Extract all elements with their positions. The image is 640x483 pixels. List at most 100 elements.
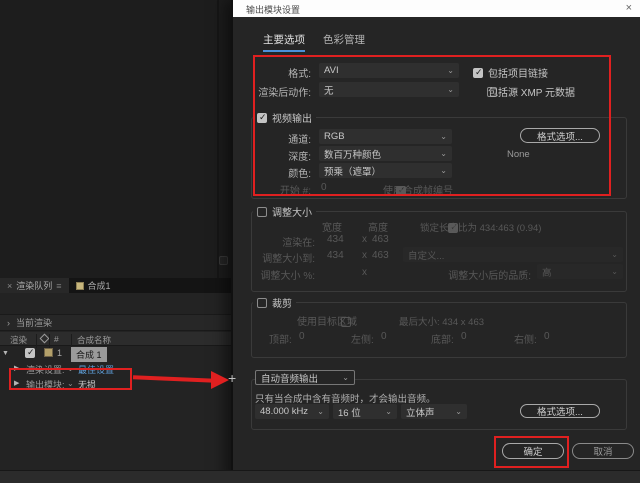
- render-at-height: 463: [372, 234, 389, 245]
- panel-divider: [217, 0, 219, 278]
- current-render-row[interactable]: › 当前渲染: [0, 314, 233, 331]
- chevron-down-icon: ⌄: [440, 149, 447, 158]
- audio-mode-select[interactable]: 自动音频输出 ⌄: [255, 370, 355, 385]
- queue-item-row[interactable]: ▼ 1 合成 1: [0, 346, 233, 361]
- use-comp-frame-label: 使用合成帧编号: [383, 182, 453, 197]
- chevron-down-icon: ⌄: [317, 407, 324, 416]
- bit-depth-select[interactable]: 16 位 ⌄: [333, 404, 397, 419]
- post-render-label: 渲染后动作:: [233, 84, 311, 99]
- x-separator: x: [362, 234, 367, 245]
- composition-viewer: [0, 0, 233, 278]
- x-separator: x: [362, 250, 367, 261]
- crop-right-label: 右侧:: [514, 331, 537, 346]
- render-at-label: 渲染在:: [233, 234, 315, 249]
- resize-preset-select: 自定义... ⌄: [403, 247, 623, 262]
- add-output-module-plus[interactable]: +: [228, 370, 236, 386]
- dialog-titlebar[interactable]: 输出模块设置 ×: [233, 0, 640, 17]
- format-select[interactable]: AVI ⌄: [319, 63, 459, 78]
- sample-rate-value: 48.000 kHz: [260, 406, 308, 417]
- video-format-options-button[interactable]: 格式选项...: [520, 128, 600, 143]
- tag-icon: [40, 334, 50, 344]
- render-settings-link[interactable]: 最佳设置: [78, 363, 114, 376]
- chevron-down-icon: ⌄: [440, 132, 447, 141]
- include-project-link-checkbox[interactable]: [473, 68, 483, 78]
- close-icon[interactable]: ×: [7, 281, 12, 291]
- resize-checkbox[interactable]: [257, 207, 267, 217]
- tab-render-queue[interactable]: × 渲染队列 ≡: [0, 278, 69, 293]
- final-size-label: 最后大小: 434 x 463: [399, 314, 484, 328]
- crop-bottom-label: 底部:: [431, 331, 454, 346]
- channels-select[interactable]: 立体声 ⌄: [401, 404, 467, 419]
- resize-to-label: 调整大小到:: [233, 250, 315, 265]
- chevron-down-icon: ⌄: [342, 373, 349, 382]
- tab-color-management[interactable]: 色彩管理: [323, 32, 365, 50]
- color-value: 预乘（遮罩）: [324, 164, 381, 178]
- tab-main-options[interactable]: 主要选项: [263, 32, 305, 52]
- cancel-button[interactable]: 取消: [572, 443, 634, 459]
- chevron-down-icon: ⌄: [385, 407, 392, 416]
- crop-right-value: 0: [544, 331, 550, 342]
- panel-corner-icon: [219, 256, 228, 265]
- crop-bottom-value: 0: [461, 331, 467, 342]
- chevron-down-icon: ⌄: [447, 85, 454, 94]
- expand-triangle-icon[interactable]: ▶: [14, 364, 19, 372]
- resize-pct-label: 调整大小 %:: [233, 267, 315, 282]
- tab-composition[interactable]: 合成1: [69, 278, 118, 293]
- quality-select: 高 ⌄: [537, 264, 623, 279]
- depth-select[interactable]: 数百万种颜色 ⌄: [319, 146, 452, 161]
- ok-button-label: 确定: [523, 444, 542, 458]
- panel-tab-bar: × 渲染队列 ≡ 合成1: [0, 278, 233, 293]
- video-format-options-label: 格式选项...: [537, 129, 583, 143]
- chevron-down-icon[interactable]: ⌄: [67, 379, 74, 388]
- width-header: 宽度: [322, 219, 342, 234]
- output-module-label: 输出模块:: [26, 378, 65, 391]
- channels-value: 立体声: [406, 405, 435, 419]
- render-settings-row: ▶ 渲染设置: ⌄ 最佳设置: [0, 361, 233, 375]
- chevron-down-icon[interactable]: ⌄: [67, 364, 74, 373]
- panel-menu-icon[interactable]: ≡: [56, 281, 61, 291]
- channel-select[interactable]: RGB ⌄: [319, 129, 452, 144]
- bottom-strip: [0, 470, 640, 483]
- quality-value: 高: [542, 265, 552, 279]
- use-roi-label: 使用目标区域: [297, 313, 357, 328]
- crop-left-label: 左侧:: [351, 331, 374, 346]
- crop-title: 裁剪: [253, 295, 296, 310]
- chevron-right-icon: ›: [7, 318, 10, 328]
- resize-preset-value: 自定义...: [408, 248, 444, 262]
- bit-depth-value: 16 位: [338, 405, 361, 419]
- color-select[interactable]: 预乘（遮罩） ⌄: [319, 163, 452, 178]
- video-output-checkbox[interactable]: [257, 113, 267, 123]
- dialog-title: 输出模块设置: [246, 3, 300, 16]
- depth-value: 数百万种颜色: [324, 147, 381, 161]
- crop-group: [251, 302, 627, 358]
- audio-format-options-label: 格式选项...: [537, 404, 583, 418]
- tab-composition-label: 合成1: [88, 279, 111, 292]
- audio-format-options-button[interactable]: 格式选项...: [520, 404, 600, 418]
- output-module-link[interactable]: 无损: [78, 378, 96, 391]
- col-render: 渲染: [10, 334, 27, 346]
- crop-top-label: 顶部:: [269, 331, 292, 346]
- render-enabled-checkbox[interactable]: [25, 348, 35, 358]
- expand-triangle-icon[interactable]: ▶: [14, 379, 19, 387]
- close-icon[interactable]: ×: [626, 2, 632, 14]
- format-label: 格式:: [233, 65, 311, 80]
- sample-rate-select[interactable]: 48.000 kHz ⌄: [255, 404, 329, 419]
- queue-header-row: 渲染 # 合成名称: [0, 332, 233, 346]
- render-queue-panel: › 当前渲染 渲染 # 合成名称 ▼ 1 合成 1 ▶ 渲染设置: ⌄ 最佳设置: [0, 293, 233, 483]
- channel-value: RGB: [324, 131, 345, 142]
- lock-aspect-label: 锁定长宽比为 434:463 (0.94): [420, 220, 541, 234]
- post-render-select[interactable]: 无 ⌄: [319, 82, 459, 97]
- crop-top-value: 0: [299, 331, 305, 342]
- resize-label: 调整大小: [272, 204, 312, 219]
- post-render-value: 无: [324, 83, 334, 97]
- comp-color-swatch[interactable]: [44, 348, 53, 357]
- video-output-title: 视频输出: [253, 110, 316, 125]
- crop-checkbox[interactable]: [257, 298, 267, 308]
- quality-label: 调整大小后的品质:: [383, 267, 531, 282]
- ok-button[interactable]: 确定: [502, 443, 564, 459]
- depth-label: 深度:: [233, 148, 311, 163]
- channel-label: 通道:: [233, 131, 311, 146]
- annotation-arrow-head: [211, 371, 229, 389]
- collapse-triangle-icon[interactable]: ▼: [2, 350, 9, 357]
- queue-item-name[interactable]: 合成 1: [71, 347, 107, 362]
